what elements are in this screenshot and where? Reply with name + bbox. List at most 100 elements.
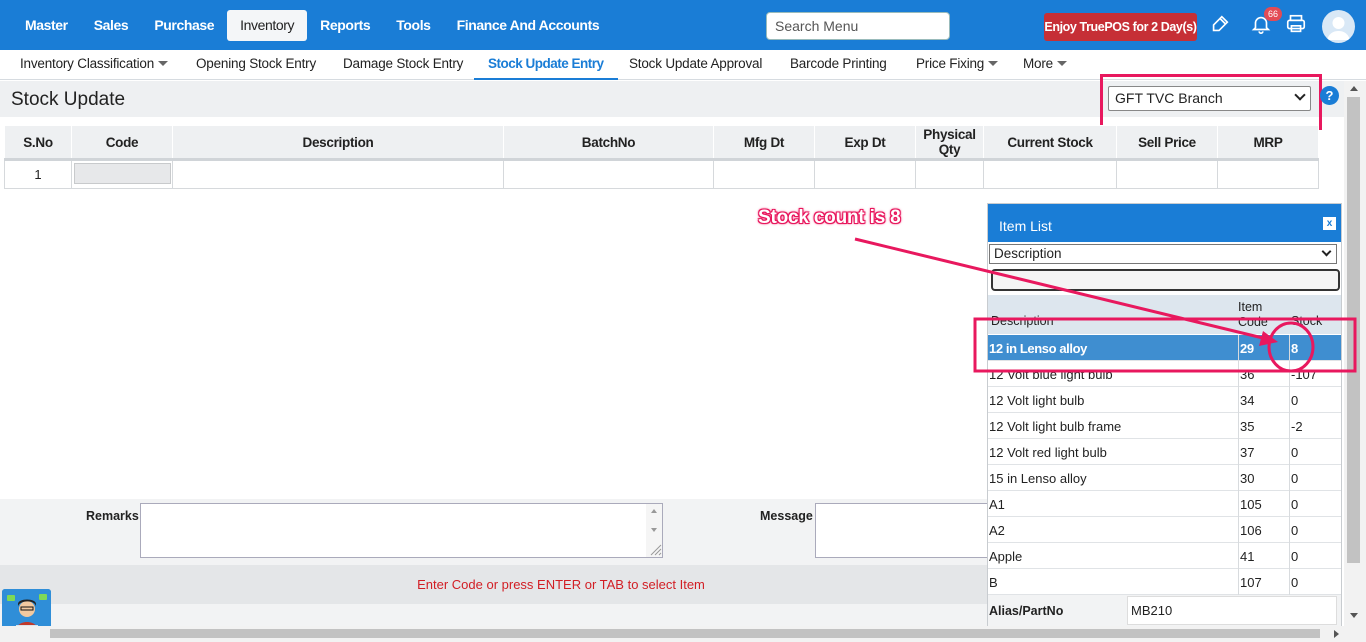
col-mfg-dt: Mfg Dt	[713, 125, 815, 161]
list-item[interactable]: 12 Volt light bulb 34 0	[988, 387, 1341, 413]
subnav-stock-update-entry[interactable]: Stock Update Entry	[474, 56, 618, 80]
item-list-rows: 12 in Lenso alloy 29 8 12 Volt blue ligh…	[988, 335, 1341, 595]
col-code: Code	[71, 125, 173, 161]
col-item-code: Item Code	[1238, 300, 1268, 329]
item-stock: -2	[1289, 413, 1341, 439]
list-item[interactable]: A1 105 0	[988, 491, 1341, 517]
scrollbar-thumb[interactable]	[50, 629, 1320, 638]
subnav-inventory-classification[interactable]: Inventory Classification	[20, 56, 169, 80]
item-list-search-input[interactable]	[991, 269, 1340, 291]
item-code: 107	[1238, 569, 1289, 595]
code-input[interactable]	[73, 162, 171, 184]
chevron-down-icon	[1321, 246, 1332, 257]
col-exp-dt: Exp Dt	[814, 125, 916, 161]
message-textarea[interactable]	[815, 503, 987, 558]
scroll-down-icon[interactable]	[1350, 613, 1358, 618]
status-message: Enter Code or press ENTER or TAB to sele…	[417, 577, 705, 592]
list-item[interactable]: 12 in Lenso alloy 29 8	[988, 335, 1341, 361]
chevron-down-icon	[158, 61, 169, 66]
item-list-column-headers: Description Item Code Stock	[988, 295, 1341, 334]
cell-current-stock	[983, 159, 1117, 189]
item-stock: 0	[1289, 517, 1341, 543]
list-item[interactable]: 12 Volt blue light bulb 36 -107	[988, 361, 1341, 387]
item-description: A1	[989, 497, 1005, 512]
subnav-price-fixing[interactable]: Price Fixing	[916, 56, 999, 80]
nav-tools[interactable]: Tools	[383, 10, 443, 41]
subnav-opening-stock-entry[interactable]: Opening Stock Entry	[196, 56, 316, 80]
col-batchno: BatchNo	[503, 125, 714, 161]
stock-update-grid: S.No Code Description BatchNo Mfg Dt Exp…	[4, 125, 1319, 189]
scroll-up-icon[interactable]	[1350, 86, 1358, 91]
item-list-search-by-select[interactable]: Description	[989, 244, 1337, 264]
nav-finance-and-accounts[interactable]: Finance And Accounts	[444, 10, 613, 41]
close-icon[interactable]: x	[1323, 217, 1336, 230]
nav-reports[interactable]: Reports	[307, 10, 383, 41]
nav-purchase[interactable]: Purchase	[141, 10, 227, 41]
footer-strip	[0, 604, 987, 626]
page-title: Stock Update	[11, 89, 126, 110]
cell-sno: 1	[4, 159, 72, 189]
help-icon[interactable]: ?	[1320, 86, 1339, 105]
remarks-label: Remarks	[86, 509, 139, 523]
list-item[interactable]: A2 106 0	[988, 517, 1341, 543]
item-list-popup: Item List x Description Description Item…	[987, 203, 1342, 626]
alias-partno-label: Alias/PartNo	[989, 604, 1064, 618]
col-sno: S.No	[4, 125, 72, 161]
scroll-right-icon[interactable]	[1334, 630, 1339, 638]
cell-mfg-dt[interactable]	[713, 159, 815, 189]
cell-sell-price	[1116, 159, 1218, 189]
scrollbar-thumb[interactable]	[1347, 97, 1360, 563]
theme-brush-icon[interactable]	[1208, 13, 1232, 37]
item-code: 35	[1238, 413, 1289, 439]
item-stock: 0	[1289, 491, 1341, 517]
item-description: 15 in Lenso alloy	[989, 471, 1087, 486]
col-description: Description	[172, 125, 504, 161]
cell-physical-qty[interactable]	[915, 159, 984, 189]
message-label: Message	[760, 509, 813, 523]
item-code: 41	[1238, 543, 1289, 569]
annotation-label: Stock count is 8	[758, 207, 901, 228]
nav-master[interactable]: Master	[12, 10, 81, 41]
item-stock: 8	[1289, 335, 1341, 361]
cell-batchno[interactable]	[503, 159, 714, 189]
subnav-barcode-printing[interactable]: Barcode Printing	[790, 56, 887, 80]
alias-partno-row: Alias/PartNo MB210	[988, 595, 1341, 626]
annotation-highlight-branch	[1100, 74, 1322, 130]
cell-code[interactable]	[71, 159, 173, 189]
cell-description[interactable]	[172, 159, 504, 189]
printer-icon[interactable]	[1284, 13, 1308, 37]
item-list-header: Item List x	[988, 204, 1341, 242]
subnav-more[interactable]: More	[1023, 56, 1067, 80]
item-description: 12 Volt light bulb	[989, 393, 1085, 408]
remarks-scrollbar[interactable]	[646, 504, 662, 557]
list-item[interactable]: Apple 41 0	[988, 543, 1341, 569]
cell-exp-dt[interactable]	[814, 159, 916, 189]
item-stock: 0	[1289, 543, 1341, 569]
horizontal-scrollbar[interactable]	[0, 626, 1366, 642]
list-item[interactable]: 12 Volt red light bulb 37 0	[988, 439, 1341, 465]
list-item[interactable]: 15 in Lenso alloy 30 0	[988, 465, 1341, 491]
item-description: 12 Volt light bulb frame	[989, 419, 1122, 434]
nav-inventory[interactable]: Inventory	[227, 10, 308, 41]
item-code: 106	[1238, 517, 1289, 543]
notification-badge: 66	[1264, 7, 1282, 21]
list-item[interactable]: 12 Volt light bulb frame 35 -2	[988, 413, 1341, 439]
item-stock: 0	[1289, 439, 1341, 465]
nav-sales[interactable]: Sales	[81, 10, 142, 41]
remarks-textarea[interactable]	[140, 503, 663, 558]
subnav-stock-update-approval[interactable]: Stock Update Approval	[629, 56, 762, 80]
item-description: A2	[989, 523, 1005, 538]
item-code: 34	[1238, 387, 1289, 413]
promo-button[interactable]: Enjoy TruePOS for 2 Day(s)	[1044, 13, 1197, 41]
item-stock: -107	[1289, 361, 1341, 387]
table-row: 1	[4, 159, 1319, 189]
vertical-scrollbar[interactable]	[1344, 81, 1366, 626]
col-sell-price: Sell Price	[1116, 125, 1218, 161]
user-avatar[interactable]	[1322, 10, 1355, 43]
list-item[interactable]: B 107 0	[988, 569, 1341, 595]
item-description: 12 Volt blue light bulb	[989, 367, 1113, 382]
search-menu-input[interactable]	[766, 12, 950, 40]
item-stock: 0	[1289, 465, 1341, 491]
subnav-damage-stock-entry[interactable]: Damage Stock Entry	[343, 56, 463, 80]
cell-mrp	[1217, 159, 1319, 189]
